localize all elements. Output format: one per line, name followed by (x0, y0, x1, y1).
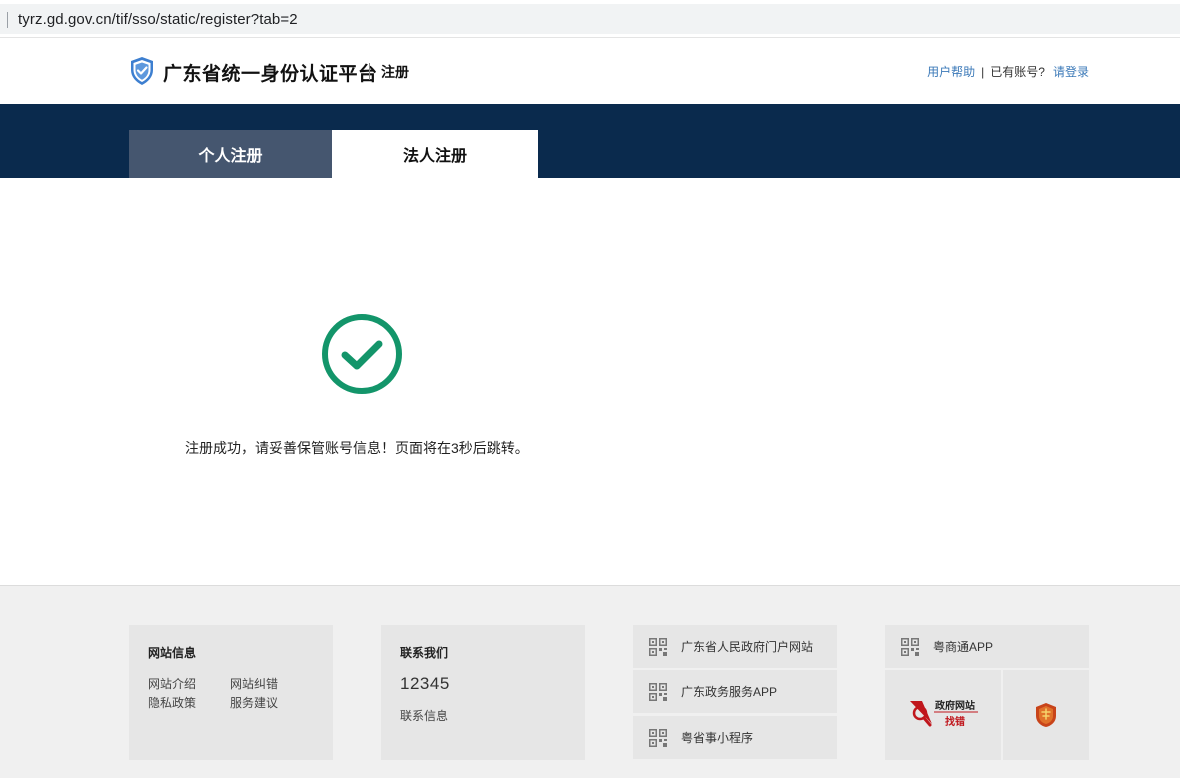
qr-link-label: 广东省人民政府门户网站 (681, 640, 814, 654)
site-info-card: 网站信息 网站介绍 网站纠错 隐私政策 服务建议 (129, 625, 333, 760)
contact-info-link[interactable]: 联系信息 (400, 707, 448, 724)
tab-legal-register[interactable]: 法人注册 (332, 130, 538, 178)
site-title: 广东省统一身份认证平台 (163, 64, 378, 85)
qr-code-icon (901, 637, 919, 656)
gov-site-error-badge[interactable]: 政府网站 找错 (885, 670, 1001, 760)
site-header: 广东省统一身份认证平台 注册 用户帮助 | 已有账号? 请登录 (0, 38, 1180, 104)
service-suggestion-link[interactable]: 服务建议 (230, 694, 278, 711)
url-text[interactable]: tyrz.gd.gov.cn/tif/sso/static/register?t… (18, 11, 298, 28)
success-message: 注册成功，请妥善保管账号信息！页面将在3秒后跳转。 (185, 440, 529, 456)
qr-link-yueshangtong[interactable]: 粤商通APP (885, 625, 1089, 668)
privacy-policy-link[interactable]: 隐私政策 (148, 694, 196, 711)
party-emblem-badge[interactable] (1003, 670, 1089, 760)
nav-band: 个人注册 法人注册 (0, 104, 1180, 178)
tab-personal-register[interactable]: 个人注册 (129, 130, 332, 178)
header-links: 用户帮助 | 已有账号? 请登录 (927, 63, 1089, 80)
title-divider (369, 63, 370, 80)
browser-address-bar: tyrz.gd.gov.cn/tif/sso/static/register?t… (0, 0, 1180, 38)
url-field[interactable]: tyrz.gd.gov.cn/tif/sso/static/register?t… (0, 4, 1180, 34)
party-emblem-icon (1036, 703, 1056, 727)
qr-link-label: 广东政务服务APP (681, 685, 778, 699)
login-link[interactable]: 请登录 (1053, 63, 1089, 80)
svg-text:政府网站: 政府网站 (935, 699, 975, 712)
page-subtitle: 注册 (381, 64, 409, 80)
site-intro-link[interactable]: 网站介绍 (148, 675, 196, 692)
user-help-link[interactable]: 用户帮助 (927, 63, 975, 80)
contact-title: 联系我们 (400, 646, 449, 660)
has-account-text: 已有账号? (990, 65, 1045, 79)
qr-code-icon (649, 637, 667, 656)
site-correction-link[interactable]: 网站纠错 (230, 675, 278, 692)
qr-code-icon (649, 682, 667, 701)
qr-link-yueshengshi[interactable]: 粤省事小程序 (633, 716, 837, 759)
contact-card: 联系我们 12345 联系信息 (381, 625, 585, 760)
qr-code-icon (649, 728, 667, 747)
svg-text:找错: 找错 (945, 715, 965, 728)
gov-site-error-icon: 政府网站 找错 (910, 699, 978, 728)
url-separator (7, 12, 8, 28)
contact-phone: 12345 (400, 674, 450, 693)
link-separator: | (981, 64, 985, 79)
qr-link-gd-service-app[interactable]: 广东政务服务APP (633, 670, 837, 713)
site-info-title: 网站信息 (148, 646, 197, 660)
qr-link-label: 粤省事小程序 (681, 731, 754, 745)
footer: 网站信息 网站介绍 网站纠错 隐私政策 服务建议 联系我们 12345 联系信息… (0, 585, 1180, 778)
shield-check-icon (131, 57, 153, 85)
qr-link-gd-gov-portal[interactable]: 广东省人民政府门户网站 (633, 625, 837, 668)
qr-link-label: 粤商通APP (933, 640, 994, 654)
success-check-icon (322, 314, 402, 394)
